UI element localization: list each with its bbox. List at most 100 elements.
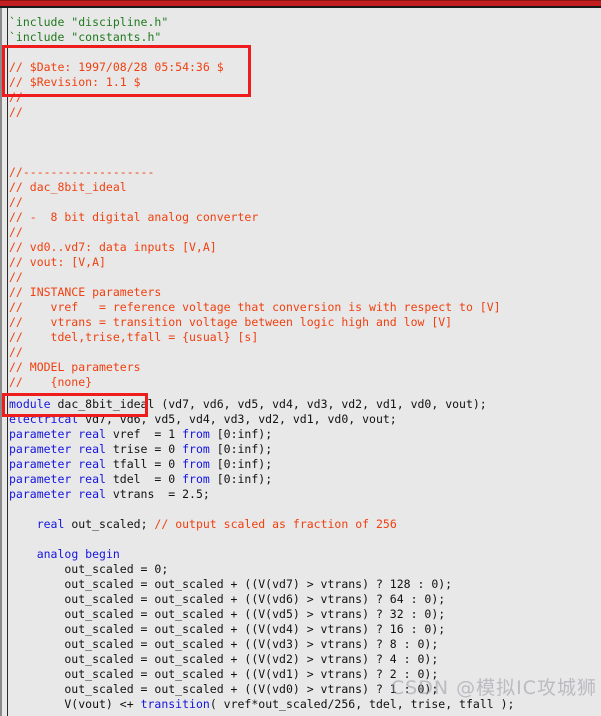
code-token: parameter real: [9, 442, 113, 456]
code-token: // output scaled as fraction of 256: [154, 517, 397, 531]
code-token: `include "discipline.h": [9, 15, 169, 29]
code-line: parameter real tfall = 0 from [0:inf);: [9, 457, 272, 472]
code-token: [0:inf);: [216, 457, 273, 471]
code-line: real out_scaled; // output scaled as fra…: [9, 517, 397, 532]
code-line: out_scaled = 0;: [9, 562, 168, 577]
code-token: tdel = 0: [112, 472, 183, 486]
code-token: //: [9, 105, 23, 119]
code-token: V(vout) <+: [9, 697, 141, 711]
code-line: // vout: [V,A]: [9, 255, 106, 270]
code-token: // tdel,trise,tfall = {usual} [s]: [9, 330, 259, 344]
code-token: //: [9, 90, 23, 104]
code-line: `include "constants.h": [9, 30, 161, 45]
code-token: trise = 0: [112, 442, 183, 456]
code-token: out_scaled = out_scaled + ((V(vd1) > vtr…: [9, 667, 439, 681]
code-token: // $Date: 1997/08/28 05:54:36 $: [9, 60, 224, 74]
code-token: electrical: [9, 412, 86, 426]
code-line: // tdel,trise,tfall = {usual} [s]: [9, 330, 258, 345]
code-editor[interactable]: `include "discipline.h" `include "constan…: [0, 8, 601, 716]
code-line: // vtrans = transition voltage between l…: [9, 315, 452, 330]
code-line: parameter real vtrans = 2.5;: [9, 487, 210, 502]
code-line: //-------------------: [9, 165, 154, 180]
code-token: dac_8bit_ideal (vd7, vd6, vd5, vd4, vd3,…: [57, 397, 487, 411]
code-line: `include "discipline.h": [9, 15, 168, 30]
code-line: // dac_8bit_ideal: [9, 180, 127, 195]
code-token: real: [36, 517, 72, 531]
code-line: out_scaled = out_scaled + ((V(vd1) > vtr…: [9, 667, 438, 682]
code-line: analog begin: [9, 547, 120, 562]
code-line: // {none}: [9, 375, 92, 390]
code-token: parameter real: [9, 427, 113, 441]
code-token: out_scaled = out_scaled + ((V(vd0) > vtr…: [9, 682, 439, 696]
code-token: // vtrans = transition voltage between l…: [9, 315, 453, 329]
code-token: out_scaled;: [71, 517, 155, 531]
code-token: tfall = 0: [112, 457, 183, 471]
code-token: vref = 1: [112, 427, 183, 441]
code-line: parameter real tdel = 0 from [0:inf);: [9, 472, 272, 487]
code-line: parameter real vref = 1 from [0:inf);: [9, 427, 272, 442]
code-line: // INSTANCE parameters: [9, 285, 161, 300]
code-line: out_scaled = out_scaled + ((V(vd3) > vtr…: [9, 637, 438, 652]
code-token: // MODEL parameters: [9, 360, 141, 374]
code-line: out_scaled = out_scaled + ((V(vd7) > vtr…: [9, 577, 452, 592]
code-token: [0:inf);: [216, 427, 273, 441]
code-token: // $Revision: 1.1 $: [9, 75, 141, 89]
code-token: transition: [140, 697, 210, 711]
code-token: // dac_8bit_ideal: [9, 180, 127, 194]
code-token: //: [9, 195, 23, 209]
code-line: out_scaled = out_scaled + ((V(vd5) > vtr…: [9, 607, 445, 622]
code-line: electrical vd7, vd6, vd5, vd4, vd3, vd2,…: [9, 412, 397, 427]
code-token: // vref = reference voltage that convers…: [9, 300, 501, 314]
code-token: //-------------------: [9, 165, 155, 179]
code-line: module dac_8bit_ideal (vd7, vd6, vd5, vd…: [9, 397, 487, 412]
code-token: parameter real: [9, 457, 113, 471]
code-token: // vd0..vd7: data inputs [V,A]: [9, 240, 217, 254]
window-top-strip: [0, 0, 601, 8]
code-token: out_scaled = out_scaled + ((V(vd4) > vtr…: [9, 622, 446, 636]
code-token: out_scaled = out_scaled + ((V(vd6) > vtr…: [9, 592, 446, 606]
code-token: // {none}: [9, 375, 93, 389]
code-line: // vd0..vd7: data inputs [V,A]: [9, 240, 217, 255]
code-token: module: [9, 397, 58, 411]
code-token: `include "constants.h": [9, 30, 162, 44]
code-token: from: [182, 457, 217, 471]
code-line: out_scaled = out_scaled + ((V(vd4) > vtr…: [9, 622, 445, 637]
code-line: parameter real trise = 0 from [0:inf);: [9, 442, 272, 457]
code-line: //: [9, 270, 23, 285]
editor-gutter: [0, 8, 8, 716]
code-token: out_scaled = out_scaled + ((V(vd2) > vtr…: [9, 652, 439, 666]
code-token: out_scaled = out_scaled + ((V(vd5) > vtr…: [9, 607, 446, 621]
code-token: vtrans = 2.5;: [112, 487, 210, 501]
code-line: //: [9, 105, 23, 120]
code-token: [0:inf);: [216, 472, 273, 486]
code-line: // $Date: 1997/08/28 05:54:36 $: [9, 60, 224, 75]
code-token: // vout: [V,A]: [9, 255, 106, 269]
code-token: out_scaled = out_scaled + ((V(vd7) > vtr…: [9, 577, 453, 591]
code-line: //: [9, 90, 23, 105]
code-token: //: [9, 345, 23, 359]
code-line: out_scaled = out_scaled + ((V(vd6) > vtr…: [9, 592, 445, 607]
code-token: //: [9, 270, 23, 284]
code-token: //: [9, 225, 23, 239]
code-line: //: [9, 195, 23, 210]
code-token: parameter real: [9, 487, 113, 501]
code-token: parameter real: [9, 472, 113, 486]
code-token: from: [182, 442, 217, 456]
code-token: from: [182, 427, 217, 441]
csdn-watermark: CSDN @模拟IC攻城狮: [390, 677, 597, 699]
code-line: out_scaled = out_scaled + ((V(vd0) > vtr…: [9, 682, 438, 697]
code-line: // $Revision: 1.1 $: [9, 75, 141, 90]
code-content[interactable]: `include "discipline.h" `include "constan…: [9, 8, 601, 716]
code-token: out_scaled = 0;: [9, 562, 169, 576]
code-line: // MODEL parameters: [9, 360, 141, 375]
code-line: out_scaled = out_scaled + ((V(vd2) > vtr…: [9, 652, 438, 667]
code-token: [0:inf);: [216, 442, 273, 456]
code-token: analog begin: [36, 547, 120, 561]
code-line: //: [9, 345, 23, 360]
code-token: // - 8 bit digital analog converter: [9, 210, 259, 224]
code-token: vd7, vd6, vd5, vd4, vd3, vd2, vd1, vd0, …: [85, 412, 397, 426]
code-token: from: [182, 472, 217, 486]
code-token: out_scaled = out_scaled + ((V(vd3) > vtr…: [9, 637, 439, 651]
